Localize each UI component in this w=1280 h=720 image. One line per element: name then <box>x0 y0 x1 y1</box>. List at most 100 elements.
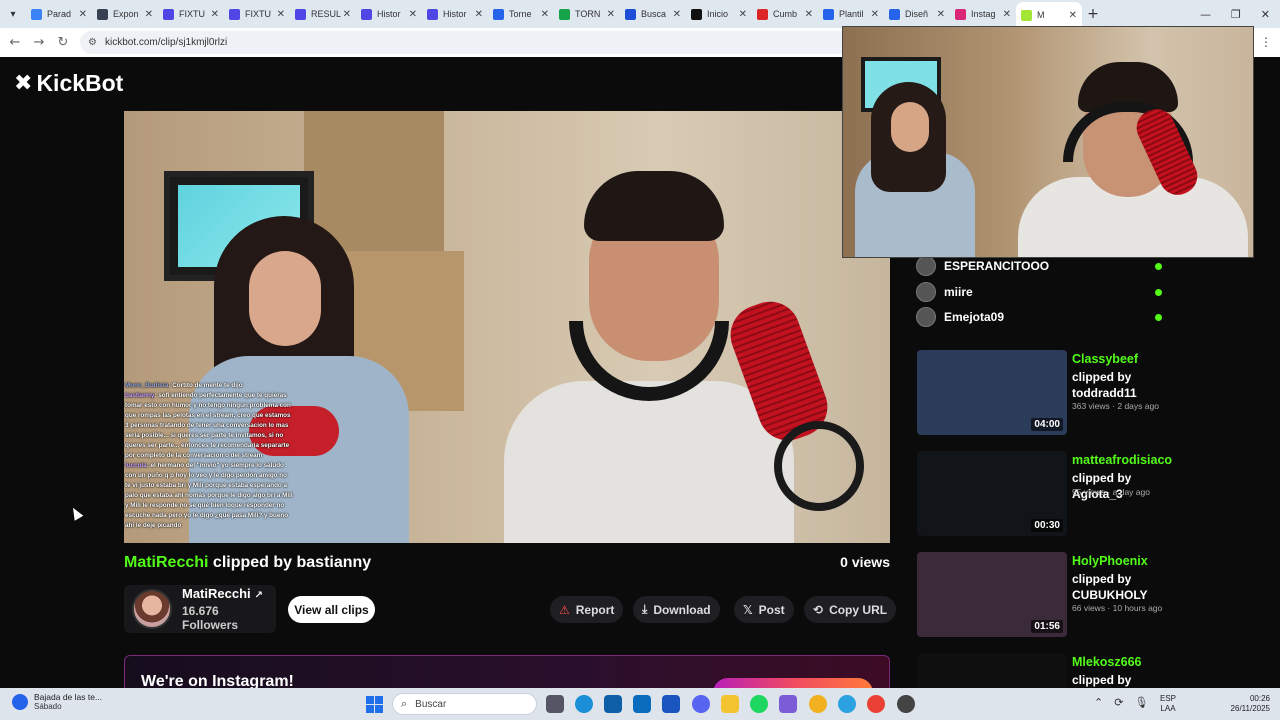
clip-channel-link[interactable]: matteafrodisiaco <box>1072 453 1172 467</box>
clip-thumbnail[interactable] <box>917 653 1067 688</box>
mic-icon[interactable]: 🎙 <box>1134 696 1148 709</box>
maximize-icon[interactable]: ❐ <box>1231 8 1241 21</box>
view-all-clips-button[interactable]: View all clips <box>288 596 375 623</box>
taskbar-search[interactable]: ⌕ Buscar <box>392 693 537 715</box>
tab-close-icon[interactable]: ✕ <box>145 9 153 20</box>
chrome-active-icon[interactable] <box>867 695 885 713</box>
spotify-icon[interactable] <box>750 695 768 713</box>
window-controls: — ❐ ✕ <box>1190 0 1280 28</box>
tab-close-icon[interactable]: ✕ <box>739 9 747 20</box>
browser-tab[interactable]: Cumb ✕ <box>752 3 818 25</box>
tab-favicon-icon <box>295 8 306 20</box>
browser-tab[interactable]: Expon ✕ <box>92 3 158 25</box>
clip-channel-link[interactable]: HolyPhoenix <box>1072 554 1148 568</box>
related-clip[interactable]: 00:30 matteafrodisiaco clipped by Agiota… <box>917 451 1257 537</box>
clip-streamer-link[interactable]: MatiRecchi <box>124 554 208 571</box>
close-window-icon[interactable]: ✕ <box>1261 8 1270 21</box>
edge-icon[interactable] <box>575 695 593 713</box>
clip-thumbnail[interactable]: 04:00 <box>917 350 1067 435</box>
browser-tab[interactable]: Plantil ✕ <box>818 3 884 25</box>
browser-tab[interactable]: FIXTU ✕ <box>158 3 224 25</box>
clip-channel-link[interactable]: Mlekosz666 <box>1072 655 1141 669</box>
tab-close-icon[interactable]: ✕ <box>211 9 219 20</box>
sync-icon[interactable]: ⟳ <box>1114 696 1123 709</box>
viewer-row[interactable]: ESPERANCITOOO <box>916 255 1166 277</box>
viewer-row[interactable]: miire <box>916 281 1166 303</box>
online-indicator <box>1155 262 1162 270</box>
tab-close-icon[interactable]: ✕ <box>871 9 879 20</box>
m365-icon[interactable] <box>779 695 797 713</box>
news-widget[interactable]: Bajada de las te... Sábado <box>12 692 102 711</box>
clip-clipped-by: clipped by <box>1072 673 1132 687</box>
tab-close-icon[interactable]: ✕ <box>409 9 417 20</box>
download-button[interactable]: ⤓ Download <box>633 596 720 623</box>
chrome-icon[interactable] <box>809 695 827 713</box>
word-icon[interactable] <box>662 695 680 713</box>
tab-close-icon[interactable]: ✕ <box>1003 9 1011 20</box>
browser-tab[interactable]: Histor ✕ <box>422 3 488 25</box>
browser-tab[interactable]: Inicio ✕ <box>686 3 752 25</box>
tab-search-icon[interactable]: ▾ <box>0 0 26 28</box>
browser-tab[interactable]: Torne ✕ <box>488 3 554 25</box>
clock[interactable]: 00:26 26/11/2025 <box>1222 694 1270 714</box>
browser-tab[interactable]: TORN ✕ <box>554 3 620 25</box>
browser-tab[interactable]: FIXTU ✕ <box>224 3 290 25</box>
discord-icon[interactable] <box>692 695 710 713</box>
system-tray: ⌃ ⟳ 🎙 <box>1094 696 1148 709</box>
tab-close-icon[interactable]: ✕ <box>1069 10 1077 21</box>
related-clip[interactable]: Mlekosz666 clipped by <box>917 653 1257 688</box>
store-icon[interactable] <box>604 695 622 713</box>
clip-meta: 363 views · 2 days ago <box>1072 401 1159 411</box>
instagram-promo-banner: We're on Instagram! <box>124 655 890 688</box>
viewer-avatar <box>916 282 936 302</box>
outlook-icon[interactable] <box>633 695 651 713</box>
tab-close-icon[interactable]: ✕ <box>607 9 615 20</box>
tray-chevron-icon[interactable]: ⌃ <box>1094 696 1103 709</box>
tab-close-icon[interactable]: ✕ <box>937 9 945 20</box>
new-tab-button[interactable]: + <box>1082 6 1104 22</box>
related-clip[interactable]: 01:56 HolyPhoenix clipped by CUBUKHOLY 6… <box>917 552 1257 638</box>
browser-tab[interactable]: Busca ✕ <box>620 3 686 25</box>
tab-close-icon[interactable]: ✕ <box>343 9 351 20</box>
channel-card[interactable]: MatiRecchi ↗ 16.676 Followers <box>124 585 276 633</box>
site-info-icon[interactable]: ⚙ <box>88 37 97 48</box>
browser-tab[interactable]: Instag ✕ <box>950 3 1016 25</box>
tab-favicon-icon <box>955 8 966 20</box>
channel-name-link[interactable]: MatiRecchi ↗ <box>182 586 276 601</box>
browser-tab[interactable]: Histor ✕ <box>356 3 422 25</box>
telegram-icon[interactable] <box>838 695 856 713</box>
tab-close-icon[interactable]: ✕ <box>277 9 285 20</box>
tab-close-icon[interactable]: ✕ <box>541 9 549 20</box>
clip-thumbnail[interactable]: 01:56 <box>917 552 1067 637</box>
reload-icon[interactable]: ↻ <box>51 35 75 50</box>
task-view-icon[interactable] <box>546 695 564 713</box>
channel-avatar[interactable] <box>132 589 172 629</box>
post-button[interactable]: 𝕏 Post <box>734 596 794 623</box>
tab-close-icon[interactable]: ✕ <box>673 9 681 20</box>
promo-follow-button[interactable] <box>713 678 873 688</box>
browser-tab[interactable]: Parad ✕ <box>26 3 92 25</box>
browser-menu-icon[interactable]: ⋮ <box>1260 35 1272 49</box>
report-button[interactable]: ⚠ Report <box>550 596 624 623</box>
tab-close-icon[interactable]: ✕ <box>475 9 483 20</box>
tab-close-icon[interactable]: ✕ <box>805 9 813 20</box>
back-icon[interactable]: ← <box>3 35 27 50</box>
obs-icon[interactable] <box>897 695 915 713</box>
kickbot-logo[interactable]: ✖ KickBot <box>14 70 123 97</box>
copy-url-button[interactable]: ⟲ Copy URL <box>804 596 897 623</box>
file-explorer-icon[interactable] <box>721 695 739 713</box>
picture-in-picture-window[interactable] <box>842 26 1254 258</box>
clip-video-player[interactable]: Mono_Budista: Cortito de mente te dijo b… <box>124 111 890 543</box>
viewer-row[interactable]: Emejota09 <box>916 306 1166 328</box>
start-button[interactable] <box>366 696 383 713</box>
browser-tab[interactable]: M ✕ <box>1016 2 1082 28</box>
browser-tab[interactable]: Diseñ ✕ <box>884 3 950 25</box>
language-indicator[interactable]: ESP LAA <box>1160 694 1176 714</box>
clip-channel-link[interactable]: Classybeef <box>1072 352 1138 366</box>
related-clip[interactable]: 04:00 Classybeef clipped by toddradd11 3… <box>917 350 1257 436</box>
forward-icon[interactable]: → <box>27 35 51 50</box>
tab-close-icon[interactable]: ✕ <box>79 9 87 20</box>
clip-thumbnail[interactable]: 00:30 <box>917 451 1067 536</box>
minimize-icon[interactable]: — <box>1200 8 1211 21</box>
browser-tab[interactable]: RESUL ✕ <box>290 3 356 25</box>
